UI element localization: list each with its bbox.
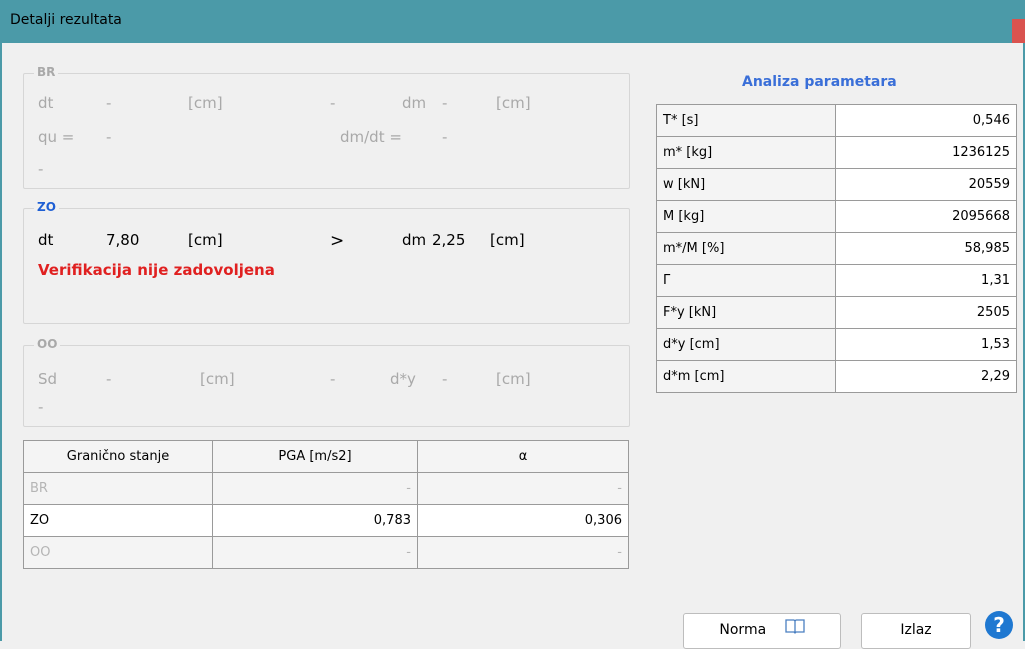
zo-dt-label: dt [38, 231, 54, 249]
zo-dm-label: dm [402, 231, 427, 249]
zo-group: ZO dt 7,80 [cm] > dm 2,25 [cm] Verifikac… [23, 200, 630, 324]
param-row: d*y [cm] 1,53 [656, 328, 1017, 361]
param-row: M [kg] 2095668 [656, 200, 1017, 233]
row-alpha: - [417, 536, 629, 569]
norma-button[interactable]: Norma [683, 613, 841, 649]
param-value: 0,546 [835, 104, 1017, 137]
param-row: T* [s] 0,546 [656, 104, 1017, 137]
param-label: M [kg] [656, 200, 836, 233]
row-state: OO [23, 536, 213, 569]
br-group: BR dt - [cm] - dm - [cm] qu = - dm/dt = … [23, 65, 630, 189]
table-row[interactable]: ZO 0,783 0,306 [23, 504, 629, 537]
param-label: m*/M [%] [656, 232, 836, 265]
oo-compare: - [330, 370, 336, 388]
br-qu-value: - [106, 128, 112, 146]
param-label: T* [s] [656, 104, 836, 137]
br-dm-value: - [442, 94, 448, 112]
title-bar: Detalji rezultata [0, 0, 1025, 43]
oo-dy-value: - [442, 370, 448, 388]
param-row: Γ 1,31 [656, 264, 1017, 297]
br-dt-unit: [cm] [188, 94, 223, 112]
zo-dt-value: 7,80 [106, 231, 140, 249]
param-value: 2,29 [835, 360, 1017, 393]
zo-dm-value: 2,25 [432, 231, 466, 249]
oo-dy-label: d*y [390, 370, 416, 388]
row-pga: 0,783 [212, 504, 418, 537]
param-label: Γ [656, 264, 836, 297]
help-label: ? [993, 613, 1005, 637]
close-button[interactable] [1012, 19, 1025, 43]
param-value: 20559 [835, 168, 1017, 201]
param-row: d*m [cm] 2,29 [656, 360, 1017, 393]
br-status: - [38, 160, 44, 178]
zo-dt-unit: [cm] [188, 231, 223, 249]
param-value: 1236125 [835, 136, 1017, 169]
oo-sd-value: - [106, 370, 112, 388]
br-dm-label: dm [402, 94, 427, 112]
window-border-left [0, 43, 2, 641]
params-table: T* [s] 0,546 m* [kg] 1236125 w [kN] 20559 M… [656, 104, 1017, 393]
row-state: ZO [23, 504, 213, 537]
oo-group: OO Sd - [cm] - d*y - [cm] - [23, 337, 630, 427]
br-dm-unit: [cm] [496, 94, 531, 112]
row-alpha: - [417, 472, 629, 505]
table-row[interactable]: BR - - [23, 472, 629, 505]
param-row: m*/M [%] 58,985 [656, 232, 1017, 265]
param-label: m* [kg] [656, 136, 836, 169]
param-row: m* [kg] 1236125 [656, 136, 1017, 169]
oo-status: - [38, 398, 44, 416]
help-icon[interactable]: ? [985, 611, 1013, 639]
row-pga: - [212, 472, 418, 505]
param-label: w [kN] [656, 168, 836, 201]
izlaz-button-label: Izlaz [900, 622, 932, 638]
oo-dy-unit: [cm] [496, 370, 531, 388]
row-pga: - [212, 536, 418, 569]
zo-dm-unit: [cm] [490, 231, 525, 249]
br-qu-label: qu = [38, 128, 75, 146]
oo-sd-unit: [cm] [200, 370, 235, 388]
header-alpha: α [417, 440, 629, 473]
table-row[interactable]: OO - - [23, 536, 629, 569]
book-icon [784, 614, 805, 646]
br-dt-value: - [106, 94, 112, 112]
param-value: 2095668 [835, 200, 1017, 233]
br-ratio-value: - [442, 128, 448, 146]
br-dt-label: dt [38, 94, 54, 112]
br-compare: - [330, 94, 336, 112]
param-value: 58,985 [835, 232, 1017, 265]
br-legend: BR [34, 65, 59, 79]
param-label: F*y [kN] [656, 296, 836, 329]
param-row: w [kN] 20559 [656, 168, 1017, 201]
oo-sd-label: Sd [38, 370, 58, 388]
norma-button-label: Norma [719, 622, 767, 638]
param-row: F*y [kN] 2505 [656, 296, 1017, 329]
zo-legend: ZO [34, 200, 59, 214]
br-ratio-label: dm/dt = [340, 128, 402, 146]
row-alpha: 0,306 [417, 504, 629, 537]
param-label: d*m [cm] [656, 360, 836, 393]
izlaz-button[interactable]: Izlaz [861, 613, 971, 649]
results-header-row: Granično stanje PGA [m/s2] α [23, 440, 629, 473]
oo-legend: OO [34, 337, 61, 351]
header-pga: PGA [m/s2] [212, 440, 418, 473]
row-state: BR [23, 472, 213, 505]
header-state: Granično stanje [23, 440, 213, 473]
results-table: Granično stanje PGA [m/s2] α BR - - ZO 0… [23, 440, 629, 569]
param-label: d*y [cm] [656, 328, 836, 361]
params-title: Analiza parametara [742, 74, 897, 90]
zo-compare: > [330, 231, 345, 251]
zo-status: Verifikacija nije zadovoljena [38, 261, 275, 279]
param-value: 1,53 [835, 328, 1017, 361]
param-value: 1,31 [835, 264, 1017, 297]
window-title: Detalji rezultata [10, 12, 122, 28]
param-value: 2505 [835, 296, 1017, 329]
